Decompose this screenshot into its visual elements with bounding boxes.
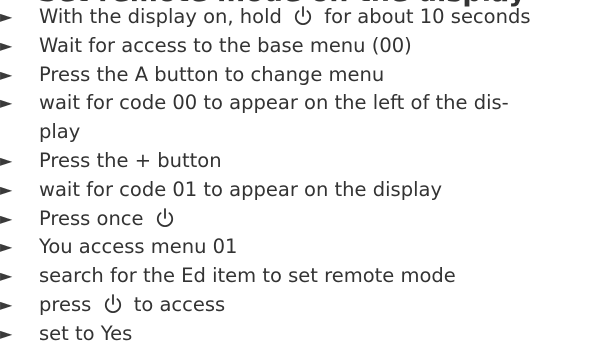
bullet-arrow-icon: ► — [0, 323, 13, 343]
step-text: wait for code 00 to appear on the left o… — [39, 91, 509, 115]
step-text: Press the + button — [39, 148, 222, 172]
list-item: ► Press the + button — [0, 147, 601, 176]
list-item: ► You access menu 01 — [0, 233, 601, 262]
power-icon — [290, 5, 316, 27]
step-text: press — [39, 292, 92, 316]
step-text: You access menu 01 — [39, 235, 238, 259]
list-item: ► press to access — [0, 291, 601, 320]
bullet-arrow-icon: ► — [0, 64, 13, 84]
step-text: Wait for access to the base menu (00) — [39, 33, 412, 57]
list-item: ► With the display on, hold for about 10… — [0, 3, 601, 32]
bullet-arrow-icon: ► — [0, 208, 13, 228]
step-text: Press once — [39, 206, 144, 230]
step-text: for about 10 seconds — [324, 5, 531, 28]
bullet-arrow-icon: ► — [0, 237, 13, 257]
list-item: ► set to Yes — [0, 320, 601, 349]
list-item: ► Press once — [0, 205, 601, 234]
list-item: ► wait for code 01 to appear on the disp… — [0, 176, 601, 205]
bullet-arrow-icon: ► — [0, 35, 13, 55]
list-item: ► Press the A button to change menu — [0, 61, 601, 90]
bullet-arrow-icon: ► — [0, 179, 13, 199]
list-item: ► Wait for access to the base menu (00) — [0, 32, 601, 61]
power-icon — [100, 293, 126, 315]
bullet-arrow-icon: ► — [0, 266, 13, 286]
step-text: set to Yes — [39, 321, 133, 345]
step-text: With the display on, hold — [39, 5, 282, 28]
instruction-list: ► With the display on, hold for about 10… — [0, 3, 601, 349]
bullet-arrow-icon: ► — [0, 294, 13, 314]
step-text: to access — [133, 292, 226, 316]
bullet-arrow-icon: ► — [0, 93, 13, 113]
step-text: search for the Ed item to set remote mod… — [39, 264, 456, 288]
list-item: ► wait for code 00 to appear on the left… — [0, 89, 601, 147]
list-item: ► search for the Ed item to set remote m… — [0, 262, 601, 291]
bullet-arrow-icon: ► — [0, 150, 13, 170]
power-icon — [152, 207, 178, 229]
bullet-arrow-icon: ► — [0, 7, 13, 26]
step-text-continued: play — [39, 120, 81, 144]
step-text: wait for code 01 to appear on the displa… — [39, 177, 442, 201]
step-text: Press the A button to change menu — [39, 62, 385, 86]
